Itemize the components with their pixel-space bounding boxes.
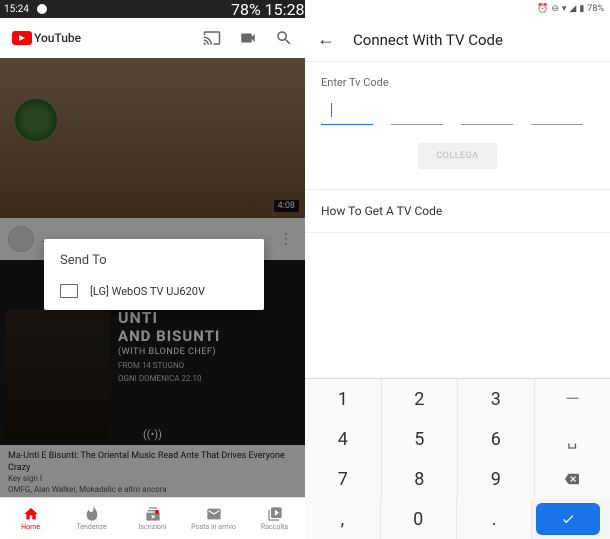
nav-library-label: Raccolta — [261, 523, 288, 531]
key-comma[interactable]: , — [305, 499, 381, 539]
numeric-keypad: 1 2 3 — 4 5 6 ␣ 7 8 9 , 0 . — [305, 378, 610, 539]
nav-trending[interactable]: Tendenze — [61, 498, 122, 539]
search-icon[interactable] — [275, 29, 293, 47]
connect-header: ← Connect With TV Code — [305, 18, 610, 62]
alarm-icon: ⏰ — [537, 4, 548, 14]
code-input-1[interactable] — [321, 103, 373, 125]
key-confirm[interactable] — [536, 503, 600, 535]
key-dash[interactable]: — — [535, 379, 610, 419]
device-option[interactable]: [LG] WebOS TV UJ620V — [60, 284, 248, 298]
key-8[interactable]: 8 — [382, 459, 459, 499]
send-to-popup: Send To [LG] WebOS TV UJ620V — [44, 239, 264, 310]
key-2[interactable]: 2 — [382, 379, 459, 419]
home-icon — [23, 506, 39, 522]
key-3[interactable]: 3 — [458, 379, 535, 419]
code-label: Enter Tv Code — [321, 76, 594, 89]
brand-text: YouTube — [34, 31, 81, 45]
key-6[interactable]: 6 — [458, 419, 535, 459]
code-input-4[interactable] — [531, 103, 583, 125]
code-inputs — [321, 103, 594, 125]
status-time: 15:24 — [4, 4, 29, 15]
battery-icon: ▮ — [579, 4, 584, 14]
signal-icon: ◢ — [569, 4, 576, 14]
wifi-icon: ▾ — [562, 4, 567, 14]
code-input-3[interactable] — [461, 103, 513, 125]
key-7[interactable]: 7 — [305, 459, 382, 499]
bottom-nav: Home Tendenze Iscrizioni Posta in arrivo… — [0, 497, 305, 539]
howto-link[interactable]: How To Get A TV Code — [305, 190, 610, 232]
device-name: [LG] WebOS TV UJ620V — [90, 285, 205, 298]
nav-inbox[interactable]: Posta in arrivo — [183, 498, 244, 539]
key-dot[interactable]: . — [457, 499, 533, 539]
nav-home[interactable]: Home — [0, 498, 61, 539]
nav-subs-label: Iscrizioni — [139, 523, 167, 531]
key-0[interactable]: 0 — [381, 499, 457, 539]
cast-icon[interactable] — [203, 29, 221, 47]
divider — [305, 232, 610, 233]
tv-icon — [60, 284, 78, 298]
page-title: Connect With TV Code — [353, 31, 503, 49]
youtube-app-screen: 15:24 YouTube 4:08 ... ⋮ UNTI AND BISUNT… — [0, 0, 305, 539]
backspace-icon — [562, 472, 582, 486]
nav-subscriptions[interactable]: Iscrizioni — [122, 498, 183, 539]
back-button[interactable]: ← — [317, 29, 335, 50]
messenger-icon — [37, 4, 47, 14]
key-backspace[interactable] — [535, 459, 610, 499]
battery-percent: 78% — [587, 4, 604, 14]
key-space[interactable]: ␣ — [535, 419, 610, 459]
code-entry-section: Enter Tv Code COLLEGA — [305, 62, 610, 189]
nav-home-label: Home — [21, 523, 40, 531]
subs-icon — [145, 506, 161, 522]
library-icon — [267, 506, 283, 522]
code-input-2[interactable] — [391, 103, 443, 125]
key-1[interactable]: 1 — [305, 379, 382, 419]
connect-tv-screen: ⏰ ⊖ ▾ ◢ ▮ 78% ← Connect With TV Code Ent… — [305, 0, 610, 539]
play-icon — [12, 31, 32, 45]
overlay-time: 78% 15:28 — [231, 0, 305, 18]
nav-trending-label: Tendenze — [76, 523, 106, 531]
nav-library[interactable]: Raccolta — [244, 498, 305, 539]
popup-title: Send To — [60, 253, 248, 268]
nav-inbox-label: Posta in arrivo — [191, 523, 236, 531]
key-9[interactable]: 9 — [458, 459, 535, 499]
camera-icon[interactable] — [239, 29, 257, 47]
youtube-header: YouTube — [0, 18, 305, 58]
youtube-logo[interactable]: YouTube — [12, 31, 81, 45]
key-5[interactable]: 5 — [382, 419, 459, 459]
status-bar-right: ⏰ ⊖ ▾ ◢ ▮ 78% — [305, 0, 610, 18]
connect-button[interactable]: COLLEGA — [418, 143, 496, 169]
dnd-icon: ⊖ — [551, 4, 559, 14]
mail-icon — [206, 506, 222, 522]
key-4[interactable]: 4 — [305, 419, 382, 459]
check-icon — [558, 512, 578, 526]
notification-dot — [155, 510, 159, 514]
fire-icon — [84, 506, 100, 522]
